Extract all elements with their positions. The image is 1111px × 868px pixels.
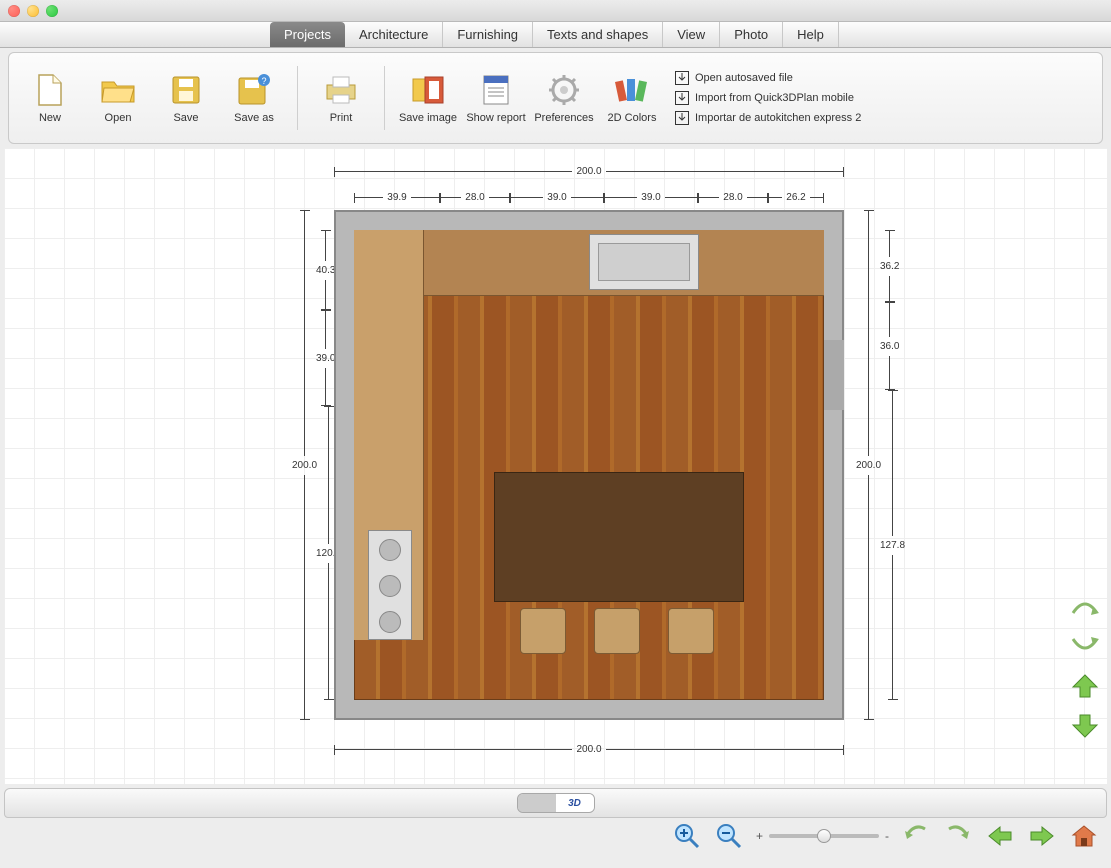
separator: [384, 66, 385, 130]
separator: [297, 66, 298, 130]
dimension-top-seg-2: 28.0: [440, 192, 510, 203]
rotate-right-button[interactable]: [943, 821, 973, 851]
dimension-right-seg-2: 36.0: [880, 302, 899, 390]
gear-icon: [546, 72, 582, 108]
folder-open-icon: [100, 72, 136, 108]
kitchen-island[interactable]: [494, 472, 744, 602]
printer-icon: [323, 72, 359, 108]
chair[interactable]: [594, 608, 640, 654]
minimize-button[interactable]: [27, 5, 39, 17]
open-autosaved-link[interactable]: Open autosaved file: [675, 71, 861, 85]
rotate-down-icon[interactable]: [1067, 632, 1103, 660]
dimension-top-seg-4: 39.0: [604, 192, 698, 203]
print-button[interactable]: Print: [310, 72, 372, 124]
new-button[interactable]: New: [19, 72, 81, 124]
tabbar: Projects Architecture Furnishing Texts a…: [0, 22, 1111, 48]
dimension-bottom-total: 200.0: [334, 744, 844, 755]
bottom-bar: 3D: [4, 788, 1107, 818]
slider-minus: -: [885, 829, 889, 843]
dimension-top-total: 200.0: [334, 166, 844, 177]
chair[interactable]: [668, 608, 714, 654]
2d-colors-button[interactable]: 2D Colors: [601, 72, 663, 124]
dimension-top-seg-3: 39.0: [510, 192, 604, 203]
floppy-save-icon: [168, 72, 204, 108]
dimension-top-seg-6: 26.2: [768, 192, 824, 203]
tab-projects[interactable]: Projects: [270, 22, 345, 47]
dimension-right-seg-1: 36.2: [880, 230, 899, 302]
dimension-top-seg-1: 39.9: [354, 192, 440, 203]
import-quick3dplan-link[interactable]: Import from Quick3DPlan mobile: [675, 91, 861, 105]
arrow-right-button[interactable]: [1027, 821, 1057, 851]
sink[interactable]: [589, 234, 699, 290]
preferences-button[interactable]: Preferences: [533, 72, 595, 124]
import-autokitchen-link[interactable]: Importar de autokitchen express 2: [675, 111, 861, 125]
dimension-top-seg-5: 28.0: [698, 192, 768, 203]
dimension-right-total: 200.0: [856, 210, 881, 720]
download-icon: [675, 91, 689, 105]
floor-plan[interactable]: [334, 210, 844, 720]
stove[interactable]: [368, 530, 412, 640]
dimension-left-seg-2: 39.0: [316, 310, 335, 406]
zoom-out-button[interactable]: [714, 821, 744, 851]
zoom-button[interactable]: [46, 5, 58, 17]
save-as-button[interactable]: ? Save as: [223, 72, 285, 124]
zoom-slider-thumb[interactable]: [817, 829, 831, 843]
view-arrows-panel: [1067, 592, 1103, 740]
door[interactable]: [824, 340, 844, 410]
open-button[interactable]: Open: [87, 72, 149, 124]
save-image-icon: [410, 72, 446, 108]
dimension-left-total: 200.0: [292, 210, 317, 720]
footer-toolbar: + -: [0, 818, 1111, 854]
color-swatches-icon: [614, 72, 650, 108]
slider-plus: +: [756, 829, 763, 843]
floppy-save-as-icon: ?: [236, 72, 272, 108]
download-icon: [675, 71, 689, 85]
zoom-slider: + -: [756, 829, 889, 843]
arrow-down-icon[interactable]: [1067, 712, 1103, 740]
tab-help[interactable]: Help: [783, 22, 839, 47]
close-button[interactable]: [8, 5, 20, 17]
view-2d-toggle[interactable]: [518, 794, 556, 812]
tab-furnishing[interactable]: Furnishing: [443, 22, 533, 47]
arrow-up-icon[interactable]: [1067, 672, 1103, 700]
window-titlebar: [0, 0, 1111, 22]
rotate-up-icon[interactable]: [1067, 592, 1103, 620]
tab-photo[interactable]: Photo: [720, 22, 783, 47]
show-report-button[interactable]: Show report: [465, 72, 527, 124]
tab-view[interactable]: View: [663, 22, 720, 47]
wood-floor: [354, 230, 824, 700]
dimension-right-seg-3: 127.8: [880, 390, 905, 700]
svg-text:?: ?: [261, 76, 266, 86]
save-image-button[interactable]: Save image: [397, 72, 459, 124]
design-canvas[interactable]: 200.0 39.9 28.0 39.0 39.0 28.0 26.2 200.…: [4, 148, 1107, 784]
view-mode-toggle: 3D: [517, 793, 595, 813]
file-new-icon: [32, 72, 68, 108]
tab-texts-shapes[interactable]: Texts and shapes: [533, 22, 663, 47]
view-3d-toggle[interactable]: 3D: [556, 794, 594, 812]
ribbon-toolbar: New Open Save ? Save as Print Save image: [8, 52, 1103, 144]
dimension-left-seg-1: 40.3: [316, 230, 335, 310]
chair[interactable]: [520, 608, 566, 654]
save-button[interactable]: Save: [155, 72, 217, 124]
report-icon: [478, 72, 514, 108]
tab-architecture[interactable]: Architecture: [345, 22, 443, 47]
download-icon: [675, 111, 689, 125]
ribbon-links: Open autosaved file Import from Quick3DP…: [675, 71, 861, 125]
zoom-slider-track[interactable]: [769, 834, 879, 838]
home-button[interactable]: [1069, 821, 1099, 851]
arrow-left-button[interactable]: [985, 821, 1015, 851]
traffic-lights: [8, 5, 58, 17]
rotate-left-button[interactable]: [901, 821, 931, 851]
zoom-in-button[interactable]: [672, 821, 702, 851]
